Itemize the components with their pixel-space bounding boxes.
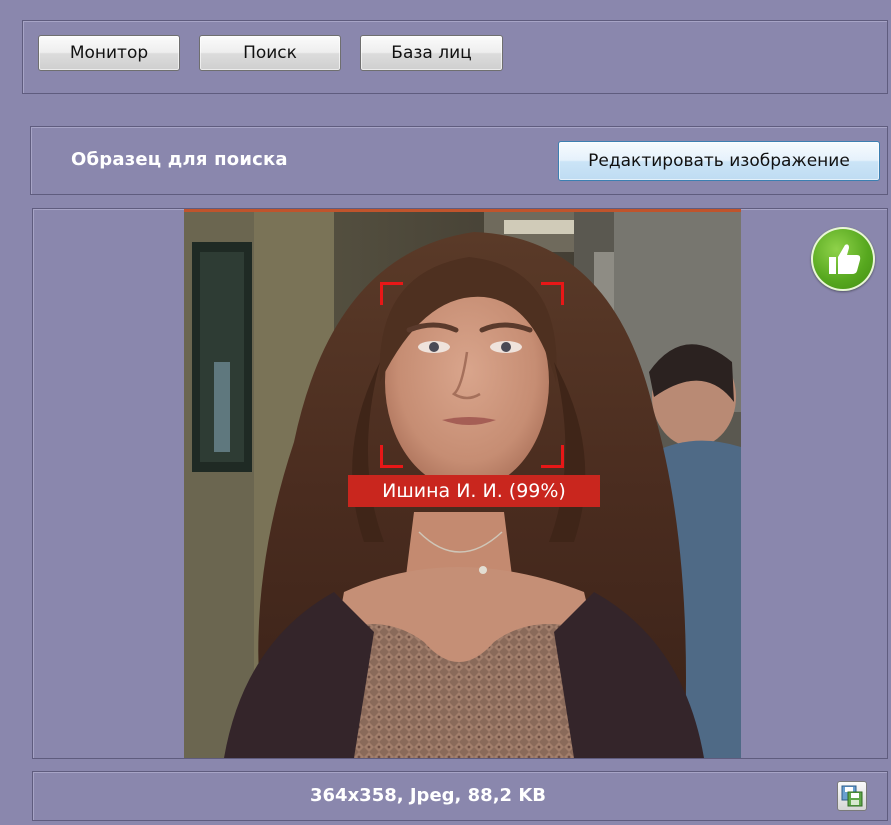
- face-box-corner: [380, 282, 403, 305]
- thumbs-up-icon: [811, 227, 875, 291]
- image-info-text: 364x358, Jpeg, 88,2 KB: [310, 785, 546, 806]
- face-search-window: Монитор Поиск База лиц Образец для поиск…: [0, 0, 891, 825]
- image-info-bar: 364x358, Jpeg, 88,2 KB: [32, 771, 888, 821]
- sample-header: Образец для поиска Редактировать изображ…: [30, 126, 888, 195]
- face-database-button[interactable]: База лиц: [360, 35, 503, 71]
- save-image-icon[interactable]: [837, 781, 867, 811]
- face-box-corner: [541, 282, 564, 305]
- monitor-button[interactable]: Монитор: [38, 35, 180, 71]
- search-button[interactable]: Поиск: [199, 35, 341, 71]
- sample-photo: Ишина И. И. (99%): [184, 209, 741, 758]
- face-box-corner: [380, 445, 403, 468]
- face-match-label: Ишина И. И. (99%): [348, 475, 600, 507]
- tab-toolbar: Монитор Поиск База лиц: [22, 20, 888, 94]
- face-box-corner: [541, 445, 564, 468]
- sample-image-panel: Ишина И. И. (99%): [32, 208, 888, 759]
- face-detection-box: [380, 282, 564, 468]
- edit-image-button[interactable]: Редактировать изображение: [558, 141, 880, 181]
- sample-title: Образец для поиска: [71, 149, 288, 170]
